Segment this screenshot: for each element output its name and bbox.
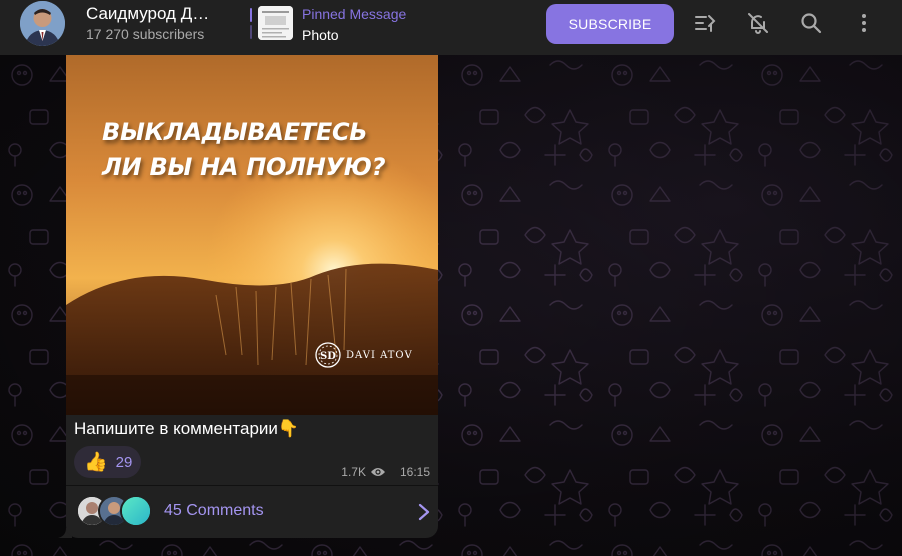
- svg-text:SD: SD: [320, 351, 336, 362]
- subscriber-count: 17 270 subscribers: [86, 26, 205, 42]
- search-icon[interactable]: [798, 10, 824, 36]
- pinned-thumbnail[interactable]: [258, 6, 293, 40]
- post-caption: Напишите в комментарии👇: [74, 419, 300, 438]
- pinned-message-label[interactable]: Pinned Message: [302, 6, 406, 22]
- photo-headline: ВЫКЛАДЫВАЕТЕСЬ ЛИ ВЫ НА ПОЛНУЮ?: [102, 118, 386, 181]
- chevron-right-icon: [418, 503, 430, 521]
- comments-button[interactable]: 45 Comments: [66, 486, 438, 538]
- mute-bell-icon[interactable]: [745, 10, 771, 36]
- subscribe-button[interactable]: SUBSCRIBE: [546, 4, 674, 44]
- topics-icon[interactable]: [692, 10, 718, 36]
- commenter-avatars: [76, 495, 156, 527]
- eye-icon: [370, 466, 386, 478]
- pinned-message-text[interactable]: Photo: [302, 27, 339, 43]
- channel-post[interactable]: ВЫКЛАДЫВАЕТЕСЬ ЛИ ВЫ НА ПОЛНУЮ? SD DAVI …: [66, 55, 438, 538]
- commenter-avatar: [120, 495, 152, 527]
- more-vertical-icon[interactable]: [851, 10, 877, 36]
- channel-avatar[interactable]: [20, 1, 65, 46]
- post-meta: 1.7K 16:15: [341, 465, 430, 479]
- channel-title[interactable]: Саидмурод Д…: [86, 4, 221, 24]
- thumbs-up-icon: 👍: [84, 451, 108, 473]
- pinned-indicator: [250, 8, 253, 40]
- view-count: 1.7K: [341, 465, 366, 479]
- chat-header: Саидмурод Д… 17 270 subscribers Pinned M…: [0, 0, 902, 55]
- reaction-count: 29: [115, 453, 133, 471]
- comments-count-label: 45 Comments: [164, 502, 264, 519]
- photo-watermark: SD DAVI ATOV: [314, 341, 413, 369]
- watermark-text: DAVI ATOV: [346, 349, 413, 361]
- post-photo[interactable]: ВЫКЛАДЫВАЕТЕСЬ ЛИ ВЫ НА ПОЛНУЮ? SD DAVI …: [66, 55, 438, 415]
- reaction-chip[interactable]: 👍 29: [74, 446, 141, 478]
- post-time: 16:15: [399, 465, 430, 479]
- brand-logo-icon: SD: [315, 342, 341, 368]
